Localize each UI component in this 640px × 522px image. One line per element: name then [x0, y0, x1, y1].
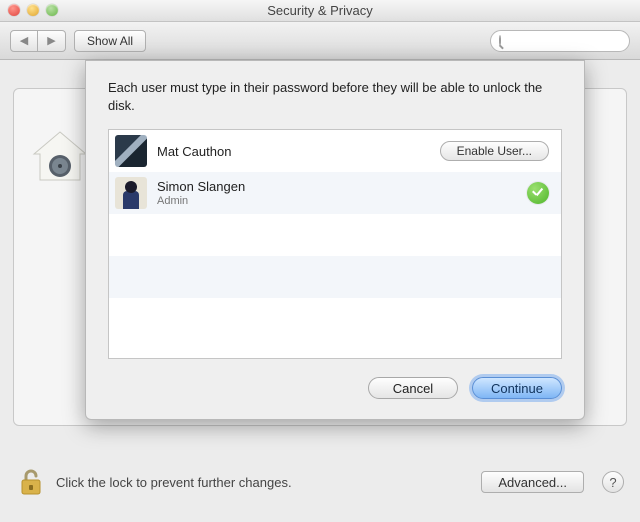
- sheet-actions: Cancel Continue: [108, 377, 562, 399]
- nav-buttons: ◀ ▶: [10, 30, 66, 52]
- avatar: [115, 177, 147, 209]
- continue-button[interactable]: Continue: [472, 377, 562, 399]
- user-info: Simon Slangen Admin: [157, 179, 527, 208]
- user-row: Mat Cauthon Enable User...: [109, 130, 561, 172]
- user-name: Simon Slangen: [157, 179, 527, 195]
- lock-icon[interactable]: [16, 467, 46, 497]
- user-row: Simon Slangen Admin: [109, 172, 561, 214]
- user-name: Mat Cauthon: [157, 144, 440, 160]
- window-controls: [8, 4, 58, 16]
- close-window-button[interactable]: [8, 4, 20, 16]
- search-input[interactable]: [506, 34, 640, 48]
- enable-user-button[interactable]: Enable User...: [440, 141, 549, 161]
- user-row-empty: [109, 256, 561, 298]
- show-all-button[interactable]: Show All: [74, 30, 146, 52]
- user-row-empty: [109, 298, 561, 340]
- advanced-button[interactable]: Advanced...: [481, 471, 584, 493]
- user-info: Mat Cauthon: [157, 144, 440, 160]
- user-list: Mat Cauthon Enable User... Simon Slangen…: [108, 129, 562, 359]
- lock-text: Click the lock to prevent further change…: [56, 475, 471, 490]
- user-role: Admin: [157, 195, 527, 208]
- minimize-window-button[interactable]: [27, 4, 39, 16]
- enabled-checkmark-icon: [527, 182, 549, 204]
- search-field[interactable]: [490, 30, 630, 52]
- footer: Click the lock to prevent further change…: [0, 452, 640, 522]
- enable-users-sheet: Each user must type in their password be…: [85, 60, 585, 420]
- window-titlebar: Security & Privacy: [0, 0, 640, 22]
- user-row-empty: [109, 214, 561, 256]
- forward-button[interactable]: ▶: [38, 30, 66, 52]
- filevault-house-icon: [30, 130, 90, 184]
- help-button[interactable]: ?: [602, 471, 624, 493]
- avatar: [115, 135, 147, 167]
- window-title: Security & Privacy: [267, 3, 372, 18]
- back-button[interactable]: ◀: [10, 30, 38, 52]
- search-icon: [499, 35, 501, 46]
- zoom-window-button[interactable]: [46, 4, 58, 16]
- cancel-button[interactable]: Cancel: [368, 377, 458, 399]
- sheet-message: Each user must type in their password be…: [108, 79, 562, 115]
- toolbar: ◀ ▶ Show All: [0, 22, 640, 60]
